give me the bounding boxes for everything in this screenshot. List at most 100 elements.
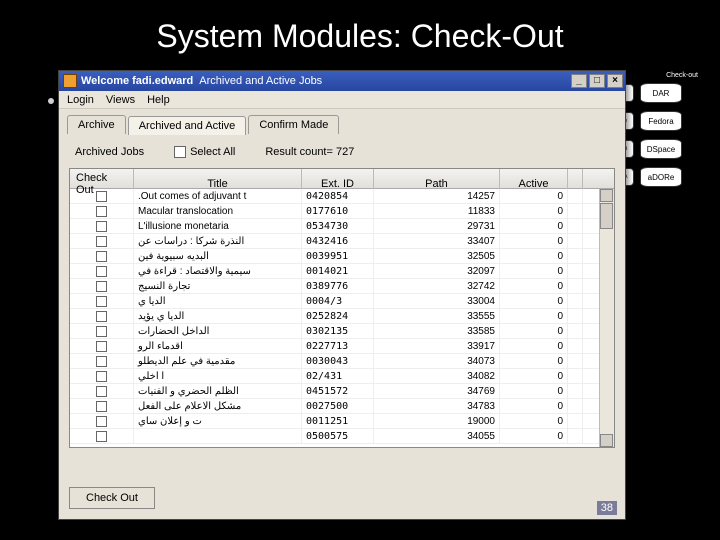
row-checkbox[interactable]	[96, 206, 107, 217]
table-row[interactable]: الظلم الحضري و الفنيات0451572347690	[70, 384, 614, 399]
cell-path: 14257	[374, 189, 500, 203]
menu-views[interactable]: Views	[106, 94, 135, 106]
cell-path: 33917	[374, 339, 500, 353]
cell-title: سيمية والاقتصاد : قراءة في	[134, 264, 302, 278]
close-button[interactable]: ×	[607, 74, 623, 88]
table-row[interactable]: النذرة شركا : دراسات عن0432416334070	[70, 234, 614, 249]
select-all-label: Select All	[190, 146, 235, 158]
table-row[interactable]: سيمية والاقتصاد : قراءة في0014021320970	[70, 264, 614, 279]
checkout-button[interactable]: Check Out	[69, 487, 155, 509]
tab-archived-active[interactable]: Archived and Active	[128, 116, 247, 135]
menu-login[interactable]: Login	[67, 94, 94, 106]
bullet	[48, 98, 54, 104]
cell-extid: 0030043	[302, 354, 374, 368]
cell-active: 0	[500, 279, 568, 293]
table-row[interactable]: L'illusione monetaria0534730297310	[70, 219, 614, 234]
cell-extid: 0027500	[302, 399, 374, 413]
row-checkbox[interactable]	[96, 356, 107, 367]
table-row[interactable]: تجارة النسيج0389776327420	[70, 279, 614, 294]
cell-title: اقدماء الرو	[134, 339, 302, 353]
cell-path: 33585	[374, 324, 500, 338]
slide-title: System Modules: Check-Out	[0, 0, 720, 65]
cell-active: 0	[500, 339, 568, 353]
cell-path: 34073	[374, 354, 500, 368]
row-checkbox[interactable]	[96, 191, 107, 202]
row-checkbox[interactable]	[96, 281, 107, 292]
row-checkbox[interactable]	[96, 416, 107, 427]
cell-active: 0	[500, 399, 568, 413]
row-checkbox[interactable]	[96, 326, 107, 337]
title-section: Archived and Active Jobs	[199, 75, 322, 87]
cell-path: 34082	[374, 369, 500, 383]
table-row[interactable]: الداخل الحضارات0302135335850	[70, 324, 614, 339]
scroll-up-button[interactable]	[600, 189, 613, 202]
cell-extid: 0011251	[302, 414, 374, 428]
menu-help[interactable]: Help	[147, 94, 170, 106]
table-row[interactable]: الديا ي0004/3330040	[70, 294, 614, 309]
cell-path: 33555	[374, 309, 500, 323]
maximize-button[interactable]: □	[589, 74, 605, 88]
cell-title: Out comes of adjuvant t.	[134, 189, 302, 203]
scroll-thumb[interactable]	[600, 203, 613, 229]
minimize-button[interactable]: _	[571, 74, 587, 88]
cell-active: 0	[500, 189, 568, 203]
row-checkbox[interactable]	[96, 296, 107, 307]
cell-active: 0	[500, 204, 568, 218]
result-count-label: Result count= 727	[265, 146, 354, 158]
tab-confirm-made[interactable]: Confirm Made	[248, 115, 339, 134]
cell-active: 0	[500, 219, 568, 233]
cell-title: الديا ي	[134, 294, 302, 308]
repo-cylinder: DAR	[640, 83, 682, 103]
table-row[interactable]: ت و إعلان ساي0011251190000	[70, 414, 614, 429]
cell-title: الظلم الحضري و الفنيات	[134, 384, 302, 398]
app-window: Welcome fadi.edward Archived and Active …	[58, 70, 626, 520]
select-all-checkbox[interactable]	[174, 146, 186, 158]
tab-archive[interactable]: Archive	[67, 115, 126, 134]
cell-extid: 0500575	[302, 429, 374, 443]
row-checkbox[interactable]	[96, 311, 107, 322]
row-checkbox[interactable]	[96, 431, 107, 442]
cell-title: البديه سبيوية فين	[134, 249, 302, 263]
cell-title: الداخل الحضارات	[134, 324, 302, 338]
cell-active: 0	[500, 429, 568, 443]
row-checkbox[interactable]	[96, 371, 107, 382]
row-checkbox[interactable]	[96, 401, 107, 412]
row-checkbox[interactable]	[96, 251, 107, 262]
cell-path: 34055	[374, 429, 500, 443]
cell-title: الديا ي يؤيد	[134, 309, 302, 323]
app-icon	[63, 74, 77, 88]
row-checkbox[interactable]	[96, 221, 107, 232]
title-user: Welcome fadi.edward	[81, 75, 193, 87]
cell-title: مشكل الاعلام على الفعل	[134, 399, 302, 413]
row-checkbox[interactable]	[96, 236, 107, 247]
table-row[interactable]: 0500575340550	[70, 429, 614, 444]
cell-extid: 0534730	[302, 219, 374, 233]
table-row[interactable]: ا اخلي02/431340820	[70, 369, 614, 384]
cell-title	[134, 429, 302, 443]
cell-active: 0	[500, 249, 568, 263]
cell-path: 19000	[374, 414, 500, 428]
table-row[interactable]: Out comes of adjuvant t.0420854142570	[70, 189, 614, 204]
scroll-down-button[interactable]	[600, 434, 613, 447]
table-row[interactable]: مقدمية في علم الديطلو0030043340730	[70, 354, 614, 369]
row-checkbox[interactable]	[96, 386, 107, 397]
cell-title: ا اخلي	[134, 369, 302, 383]
menubar: Login Views Help	[59, 91, 625, 109]
cell-extid: 0252824	[302, 309, 374, 323]
vertical-scrollbar[interactable]	[599, 189, 614, 447]
cell-extid: 0227713	[302, 339, 374, 353]
repo-cylinder: Fedora	[640, 111, 682, 131]
cell-extid: 0420854	[302, 189, 374, 203]
titlebar: Welcome fadi.edward Archived and Active …	[59, 71, 625, 91]
cell-extid: 0451572	[302, 384, 374, 398]
cell-active: 0	[500, 234, 568, 248]
table-row[interactable]: مشكل الاعلام على الفعل0027500347830	[70, 399, 614, 414]
table-row[interactable]: البديه سبيوية فين0039951325050	[70, 249, 614, 264]
select-all-control[interactable]: Select All	[174, 146, 235, 158]
row-checkbox[interactable]	[96, 266, 107, 277]
table-row[interactable]: الديا ي يؤيد0252824335550	[70, 309, 614, 324]
table-row[interactable]: Macular translocation0177610118330	[70, 204, 614, 219]
table-row[interactable]: اقدماء الرو0227713339170	[70, 339, 614, 354]
row-checkbox[interactable]	[96, 341, 107, 352]
jobs-table: Check Out Title Ext. ID Path Active Out …	[69, 168, 615, 448]
